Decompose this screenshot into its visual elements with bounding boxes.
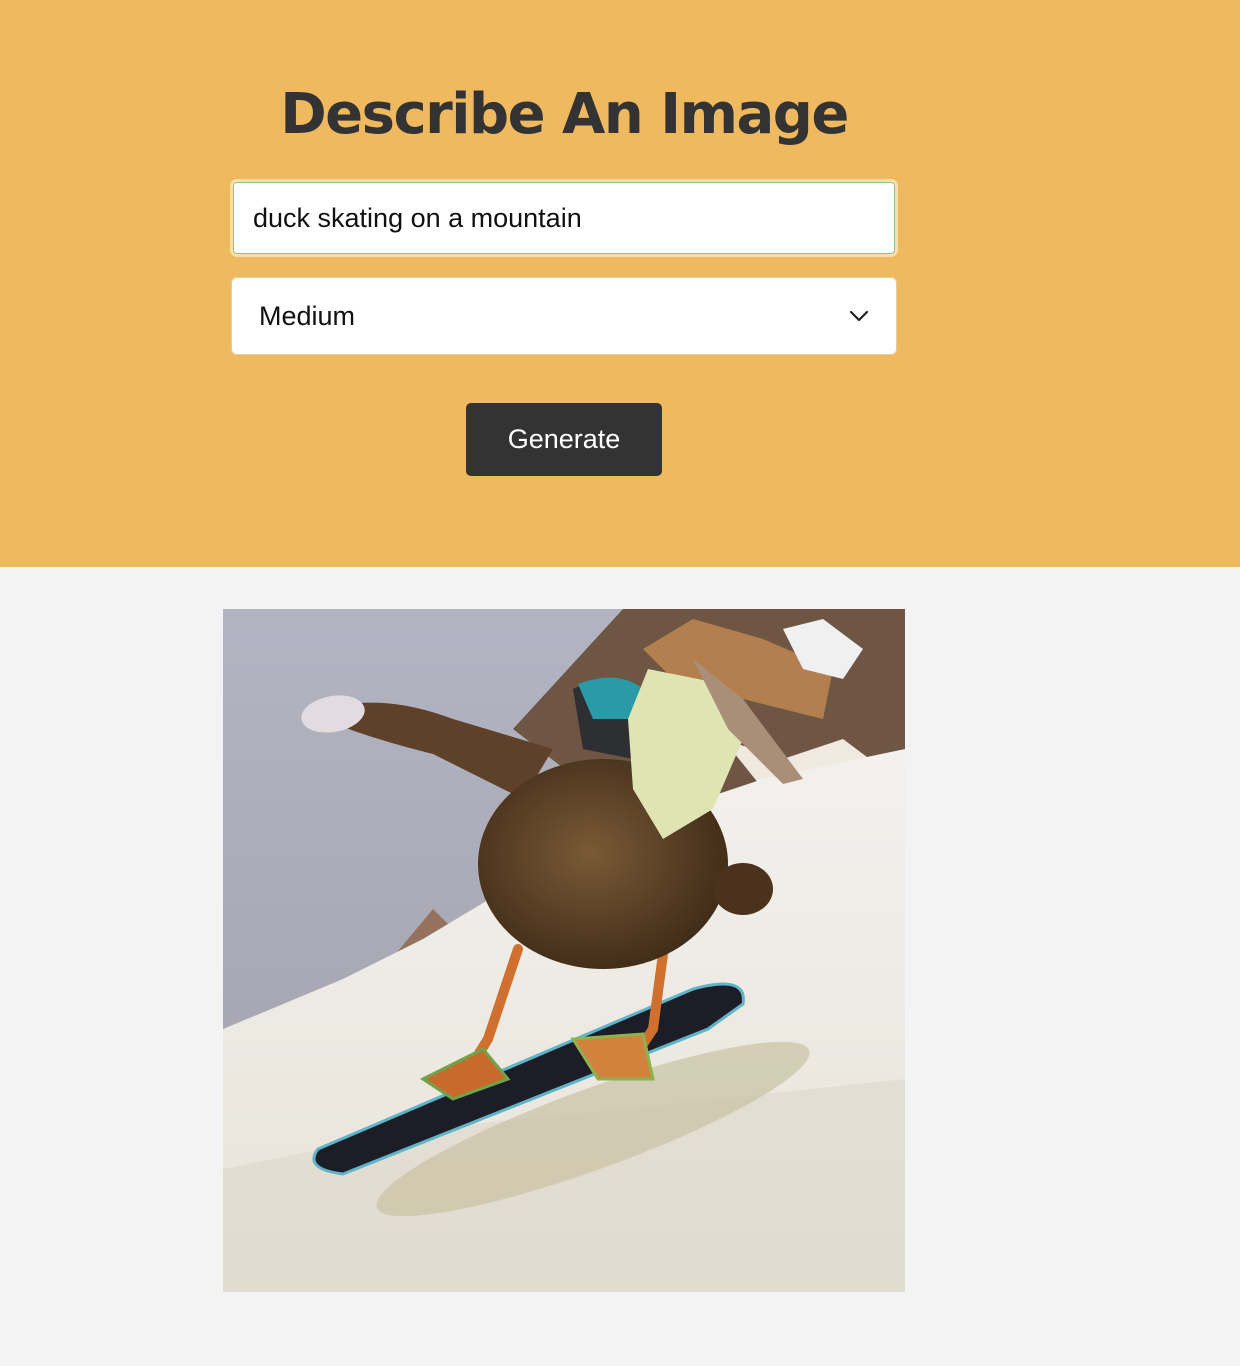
page-title: Describe An Image — [280, 82, 849, 147]
hero-section: Describe An Image Medium Generate — [0, 0, 1240, 567]
generated-image — [223, 609, 905, 1292]
generate-button[interactable]: Generate — [466, 403, 662, 476]
prompt-input[interactable] — [230, 179, 898, 257]
size-select[interactable]: Medium — [231, 277, 897, 355]
chevron-down-icon — [849, 310, 869, 322]
generated-image-illustration — [223, 609, 905, 1292]
size-select-value: Medium — [259, 300, 356, 331]
